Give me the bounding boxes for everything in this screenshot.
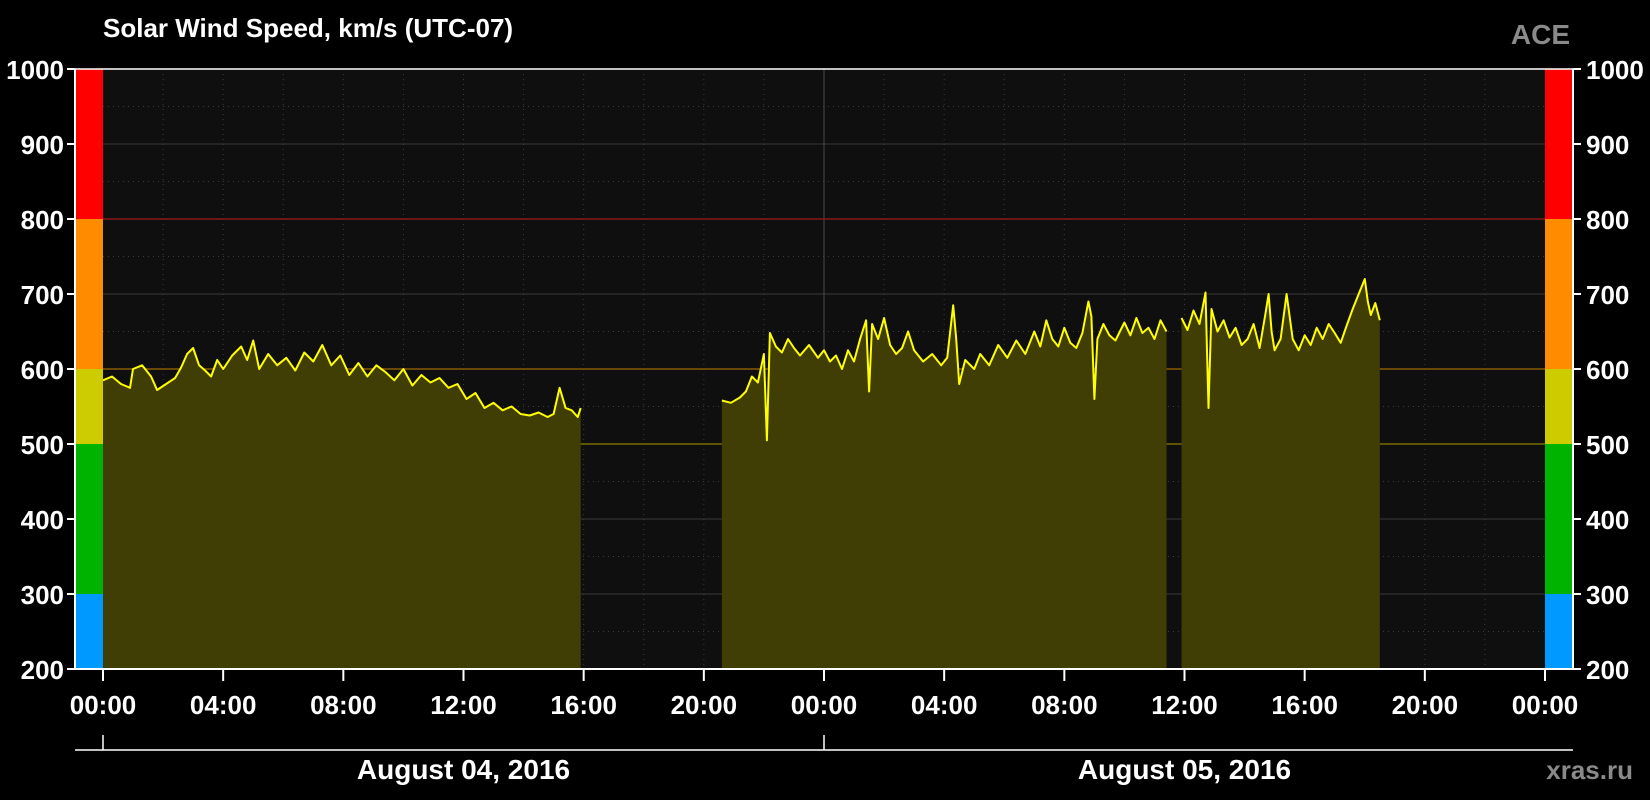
y-tick-label-right: 900	[1586, 130, 1629, 160]
solar-wind-chart: Solar Wind Speed, km/s (UTC-07) ACE xras…	[6, 13, 1644, 785]
y-tick-label-right: 600	[1586, 355, 1629, 385]
y-tick-label-left: 400	[21, 505, 64, 535]
y-tick-label-right: 200	[1586, 655, 1629, 685]
date-label-2: August 05, 2016	[1078, 754, 1291, 785]
y-tick-label-left: 200	[21, 655, 64, 685]
x-tick-label: 04:00	[190, 690, 257, 720]
chart-title: Solar Wind Speed, km/s (UTC-07)	[103, 13, 513, 43]
y-tick-label-left: 500	[21, 430, 64, 460]
scale-band-left-200	[75, 594, 103, 669]
x-tick-label: 00:00	[1512, 690, 1579, 720]
x-tick-label: 00:00	[791, 690, 858, 720]
scale-band-right-600	[1545, 219, 1573, 369]
scale-band-right-500	[1545, 369, 1573, 444]
y-tick-label-left: 300	[21, 580, 64, 610]
y-tick-label-right: 1000	[1586, 55, 1644, 85]
plot-area	[102, 69, 1545, 669]
x-tick-label: 12:00	[1151, 690, 1218, 720]
x-tick-label: 20:00	[671, 690, 738, 720]
scale-band-left-300	[75, 444, 103, 594]
scale-band-left-500	[75, 369, 103, 444]
scale-band-right-200	[1545, 594, 1573, 669]
y-tick-label-right: 800	[1586, 205, 1629, 235]
x-tick-label: 04:00	[911, 690, 978, 720]
x-tick-label: 16:00	[1271, 690, 1338, 720]
source-label: ACE	[1511, 19, 1570, 50]
x-tick-label: 00:00	[70, 690, 137, 720]
scale-band-right-300	[1545, 444, 1573, 594]
y-tick-label-right: 300	[1586, 580, 1629, 610]
scale-band-left-800	[75, 69, 103, 219]
scale-band-left-600	[75, 219, 103, 369]
y-tick-label-right: 700	[1586, 280, 1629, 310]
y-tick-label-left: 700	[21, 280, 64, 310]
x-tick-label: 08:00	[1031, 690, 1098, 720]
x-tick-label: 08:00	[310, 690, 377, 720]
x-tick-label: 16:00	[550, 690, 617, 720]
x-tick-label: 20:00	[1392, 690, 1459, 720]
y-tick-label-right: 400	[1586, 505, 1629, 535]
y-tick-label-left: 600	[21, 355, 64, 385]
y-tick-label-right: 500	[1586, 430, 1629, 460]
y-tick-label-left: 900	[21, 130, 64, 160]
y-tick-label-left: 800	[21, 205, 64, 235]
x-tick-label: 12:00	[430, 690, 497, 720]
scale-band-right-800	[1545, 69, 1573, 219]
date-label-1: August 04, 2016	[357, 754, 570, 785]
watermark: xras.ru	[1546, 755, 1633, 785]
y-tick-label-left: 1000	[6, 55, 64, 85]
